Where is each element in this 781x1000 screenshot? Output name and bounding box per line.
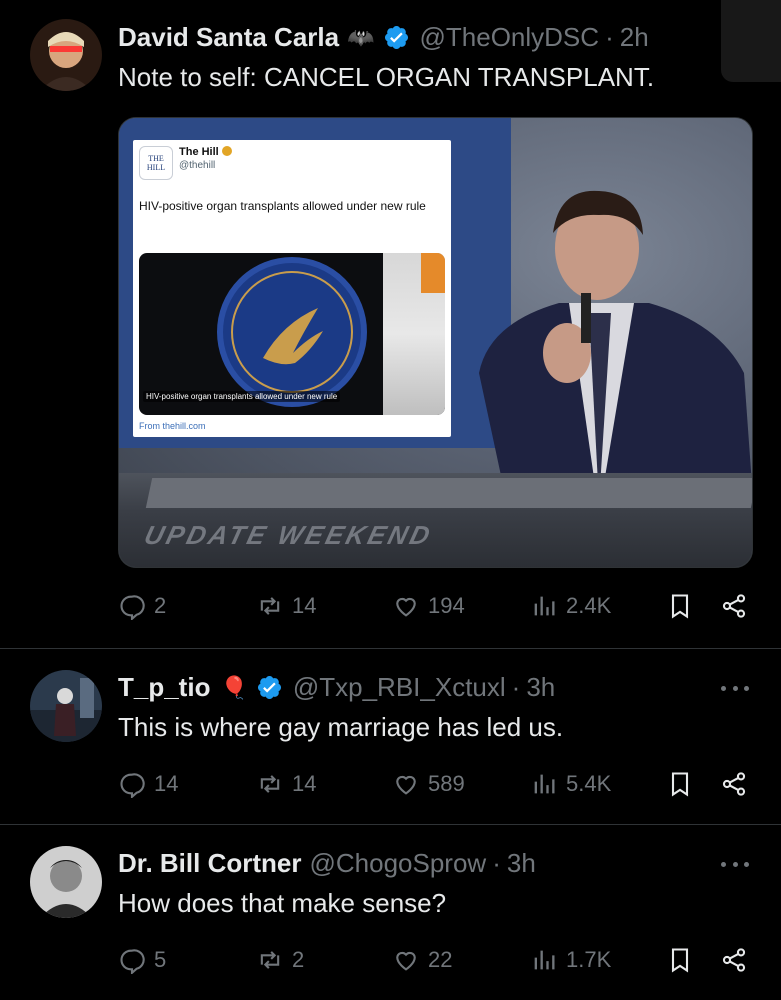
views-icon (534, 596, 555, 616)
embed-image-caption: HIV-positive organ transplants allowed u… (143, 391, 341, 402)
views-button[interactable]: 2.4K (530, 592, 611, 620)
embed-handle: @thehill (179, 160, 216, 171)
like-icon (396, 951, 416, 971)
author-name[interactable]: Dr. Bill Cortner (118, 848, 301, 879)
anchor-figure (479, 190, 752, 513)
balloon-emoji: 🎈 (220, 674, 248, 700)
gold-check-icon (221, 146, 232, 156)
bookmark-icon (671, 948, 689, 973)
reply-count: 2 (154, 593, 167, 618)
timestamp[interactable]: 2h (620, 22, 649, 53)
repost-count: 2 (292, 947, 305, 972)
action-bar: 14 14 589 5.4K (118, 770, 754, 800)
bookmark-button[interactable] (666, 592, 702, 620)
reply-icon (120, 595, 145, 620)
tweet-header: T_p_tio 🎈 @Txp_RBI_Xctuxl · 3h (118, 672, 555, 703)
view-count: 1.7K (566, 947, 612, 972)
author-name[interactable]: David Santa Carla (118, 22, 339, 53)
embed-image-right (383, 253, 445, 415)
desk-top (145, 478, 752, 508)
view-count: 5.4K (566, 771, 612, 796)
repost-button[interactable]: 14 (256, 770, 316, 798)
repost-icon (260, 597, 280, 615)
action-bar: 2 14 194 2.4K (118, 592, 754, 622)
more-icon[interactable] (721, 860, 749, 868)
share-button[interactable] (720, 770, 756, 798)
like-button[interactable]: 22 (392, 946, 452, 974)
author-name[interactable]: T_p_tio (118, 672, 210, 703)
views-icon (534, 774, 555, 794)
reply-button[interactable]: 2 (118, 592, 166, 620)
like-button[interactable]: 589 (392, 770, 465, 798)
separator-dot: · (492, 848, 501, 878)
reply-button[interactable]: 5 (118, 946, 166, 974)
separator-dot: · (605, 22, 614, 52)
share-icon (722, 594, 746, 618)
tweet-text: Note to self: CANCEL ORGAN TRANSPLANT. (118, 62, 655, 92)
avatar[interactable] (30, 670, 102, 742)
repost-button[interactable]: 2 (256, 946, 304, 974)
bookmark-icon (671, 594, 689, 619)
embed-author-name: The Hill (179, 146, 232, 158)
like-count: 589 (428, 771, 465, 796)
verified-icon (383, 24, 410, 51)
the-hill-logo: THE HILL (139, 146, 173, 180)
share-button[interactable] (720, 592, 756, 620)
repost-count: 14 (292, 771, 317, 796)
action-bar: 5 2 22 1.7K (118, 946, 754, 976)
bat-emoji: 🦇 (347, 24, 375, 50)
bookmark-button[interactable] (666, 946, 702, 974)
author-handle[interactable]: @TheOnlyDSC (420, 22, 600, 53)
repost-icon (260, 775, 280, 793)
tweet-text: This is where gay marriage has led us. (118, 712, 564, 742)
timestamp[interactable]: 3h (526, 672, 555, 703)
embedded-tweet: THE HILL The Hill @thehill HIV-positive … (133, 140, 451, 437)
embed-text: HIV-positive organ transplants allowed u… (139, 199, 426, 213)
reply-count: 14 (154, 771, 179, 796)
tweet-media[interactable]: UPDATE WEEKEND THE HILL The Hill @thehil… (118, 117, 753, 568)
avatar[interactable] (30, 19, 102, 91)
embed-source: From thehill.com (139, 421, 206, 431)
tweet-text: How does that make sense? (118, 888, 447, 918)
repost-button[interactable]: 14 (256, 592, 316, 620)
tweet-header: Dr. Bill Cortner @ChogoSprow · 3h (118, 848, 536, 879)
embed-name-text: The Hill (179, 146, 219, 158)
embed-image: HIV-positive organ transplants allowed u… (139, 253, 445, 415)
views-icon (534, 950, 555, 970)
reply-icon (120, 949, 145, 974)
separator-dot: · (511, 672, 521, 702)
desk-lettering: UPDATE WEEKEND (141, 520, 436, 550)
timestamp[interactable]: 3h (507, 848, 536, 879)
bookmark-icon (671, 772, 689, 797)
views-button[interactable]: 5.4K (530, 770, 611, 798)
like-button[interactable]: 194 (392, 592, 465, 620)
reply-count: 5 (154, 947, 167, 972)
like-icon (396, 775, 416, 795)
share-button[interactable] (720, 946, 756, 974)
author-handle[interactable]: @Txp_RBI_Xctuxl (293, 672, 506, 703)
reply-button[interactable]: 14 (118, 770, 178, 798)
tweet-header: David Santa Carla 🦇 @TheOnlyDSC · 2h (118, 22, 649, 53)
share-icon (722, 772, 746, 796)
like-icon (396, 597, 416, 617)
share-icon (722, 948, 746, 972)
views-button[interactable]: 1.7K (530, 946, 611, 974)
reply-icon (120, 773, 145, 798)
hhs-seal-icon (217, 257, 367, 407)
top-right-thumbnail (721, 0, 781, 82)
verified-icon (256, 674, 283, 701)
tweet-2[interactable]: T_p_tio 🎈 @Txp_RBI_Xctuxl · 3h This is w… (0, 648, 781, 824)
avatar[interactable] (30, 846, 102, 918)
like-count: 22 (428, 947, 453, 972)
author-handle[interactable]: @ChogoSprow (309, 848, 486, 879)
tweet-3[interactable]: Dr. Bill Cortner @ChogoSprow · 3h How do… (0, 824, 781, 1000)
repost-icon (260, 951, 280, 969)
view-count: 2.4K (566, 593, 612, 618)
tweet-1[interactable]: David Santa Carla 🦇 @TheOnlyDSC · 2h Not… (0, 0, 781, 648)
more-icon[interactable] (721, 684, 749, 692)
logo-text: THE HILL (146, 154, 166, 172)
repost-count: 14 (292, 593, 317, 618)
bookmark-button[interactable] (666, 770, 702, 798)
like-count: 194 (428, 593, 465, 618)
